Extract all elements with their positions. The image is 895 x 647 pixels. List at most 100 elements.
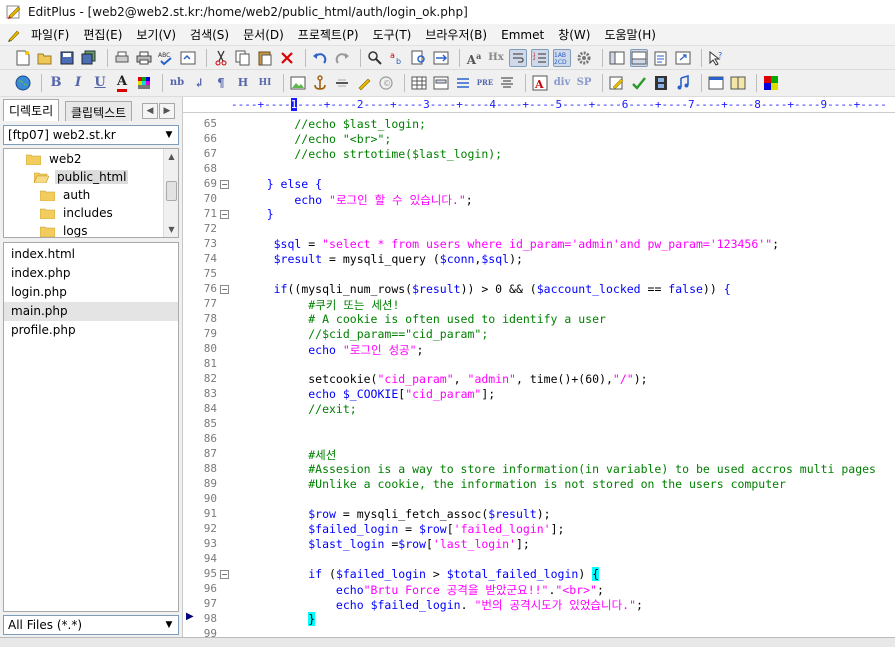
- bold-button[interactable]: B: [47, 74, 65, 92]
- menu-help[interactable]: 도움말(H): [597, 24, 663, 46]
- code-line[interactable]: $failed_login = $row['failed_login'];: [239, 522, 564, 536]
- code-line[interactable]: //echo "<br>";: [239, 132, 391, 146]
- pre-button[interactable]: PRE: [476, 74, 494, 92]
- column-mode-icon[interactable]: 1AB 2CD: [553, 48, 571, 67]
- list-icon[interactable]: [454, 74, 472, 92]
- form-icon[interactable]: [432, 74, 450, 92]
- file-item[interactable]: profile.php: [4, 321, 178, 340]
- table-icon[interactable]: [410, 74, 428, 92]
- code-line[interactable]: echo "로그인 성공";: [239, 342, 423, 358]
- tree-item[interactable]: logs: [40, 222, 90, 237]
- tree-item[interactable]: includes: [40, 204, 115, 222]
- fold-toggle-icon[interactable]: −: [220, 570, 229, 579]
- code-line[interactable]: #세션: [239, 447, 336, 463]
- check-icon[interactable]: [630, 74, 648, 92]
- code-line[interactable]: } else {: [239, 177, 322, 191]
- menu-edit[interactable]: 편집(E): [76, 24, 129, 46]
- heading-button[interactable]: H: [234, 74, 252, 92]
- code-line[interactable]: $result = mysqli_query ($conn,$sql);: [239, 252, 523, 266]
- code-line[interactable]: echo "로그인 할 수 있습니다.";: [239, 192, 472, 208]
- replace-icon[interactable]: ab: [388, 49, 406, 67]
- tree-item[interactable]: auth: [40, 186, 92, 204]
- hr-icon[interactable]: [333, 74, 351, 92]
- div-button[interactable]: div: [553, 74, 571, 92]
- code-line[interactable]: //exit;: [239, 402, 356, 416]
- tab-scroll-left-icon[interactable]: ◀: [142, 103, 158, 119]
- chevron-down-icon[interactable]: ▼: [162, 618, 176, 632]
- code-line[interactable]: echo"Brtu Force 공격을 받았군요!!"."<br>";: [239, 582, 604, 598]
- font-size-icon[interactable]: Aa: [465, 49, 483, 67]
- scroll-up-icon[interactable]: ▲: [164, 149, 178, 164]
- code-line[interactable]: $sql = "select * from users where id_par…: [239, 237, 779, 251]
- font-dialog-icon[interactable]: A: [531, 74, 549, 92]
- settings-gear-icon[interactable]: [575, 49, 593, 67]
- output-window-icon[interactable]: [630, 48, 648, 67]
- paragraph-button[interactable]: ¶: [212, 74, 230, 92]
- css-style-icon[interactable]: [608, 74, 626, 92]
- menu-browser[interactable]: 브라우저(B): [418, 24, 494, 46]
- file-item[interactable]: login.php: [4, 283, 178, 302]
- color-picker-icon[interactable]: [762, 74, 780, 92]
- file-item[interactable]: index.php: [4, 264, 178, 283]
- context-help-icon[interactable]: ?: [707, 49, 725, 67]
- music-icon[interactable]: [674, 74, 692, 92]
- copy-icon[interactable]: [234, 49, 252, 67]
- open-folder-icon[interactable]: [36, 49, 54, 67]
- menu-search[interactable]: 검색(S): [183, 24, 236, 46]
- fold-toggle-icon[interactable]: −: [220, 210, 229, 219]
- menu-project[interactable]: 프로젝트(P): [291, 24, 366, 46]
- code-line[interactable]: #쿠키 또는 세션!: [239, 297, 399, 313]
- fold-toggle-icon[interactable]: −: [220, 285, 229, 294]
- paste-icon[interactable]: [256, 49, 274, 67]
- find-icon[interactable]: [366, 49, 384, 67]
- undo-icon[interactable]: [311, 49, 329, 67]
- save-all-icon[interactable]: [80, 49, 98, 67]
- tree-scrollbar[interactable]: ▲ ▼: [163, 149, 178, 237]
- pencil-icon[interactable]: [6, 27, 22, 43]
- code-line[interactable]: echo $_COOKIE["cid_param"];: [239, 387, 495, 401]
- code-line[interactable]: $row = mysqli_fetch_assoc($result);: [239, 507, 550, 521]
- new-file-icon[interactable]: [14, 49, 32, 67]
- globe-icon[interactable]: [14, 74, 32, 92]
- code-line[interactable]: //$cid_param=="cid_param";: [239, 327, 488, 341]
- tab-scroll-right-icon[interactable]: ▶: [159, 103, 175, 119]
- insert-image-icon[interactable]: [289, 74, 307, 92]
- code-line[interactable]: # A cookie is often used to identify a u…: [239, 312, 606, 326]
- file-filter-select[interactable]: All Files (*.*) ▼: [3, 615, 179, 635]
- line-number-toggle-icon[interactable]: 12: [531, 48, 549, 67]
- code-line[interactable]: }: [239, 207, 274, 221]
- span-button[interactable]: SP: [575, 74, 593, 92]
- tab-directory[interactable]: 디렉토리: [3, 99, 60, 121]
- file-item[interactable]: main.php: [4, 302, 178, 321]
- preview-window-icon[interactable]: [707, 74, 725, 92]
- code-editor[interactable]: ----+----1----+----2----+----3----+----4…: [183, 97, 895, 640]
- scrollbar-thumb[interactable]: [166, 181, 177, 201]
- delete-icon[interactable]: [278, 49, 296, 67]
- italic-button[interactable]: I: [69, 74, 87, 92]
- tab-cliptext[interactable]: 클립텍스트: [65, 101, 133, 121]
- line-break-button[interactable]: ↲: [190, 74, 208, 92]
- goto-line-icon[interactable]: [432, 49, 450, 67]
- code-line[interactable]: //echo $last_login;: [239, 117, 426, 131]
- hx-icon[interactable]: Hx: [487, 49, 505, 67]
- view-browser-icon[interactable]: [179, 49, 197, 67]
- film-icon[interactable]: [652, 74, 670, 92]
- underline-button[interactable]: U: [91, 74, 109, 92]
- menu-window[interactable]: 창(W): [551, 24, 597, 46]
- code-line[interactable]: echo $failed_login. "번의 공격시도가 있었습니다.";: [239, 597, 643, 613]
- font-color-button[interactable]: A: [113, 74, 131, 92]
- word-wrap-toggle-icon[interactable]: [509, 48, 527, 67]
- code-line[interactable]: #Assesion is a way to store information(…: [239, 462, 876, 476]
- code-line[interactable]: $last_login =$row['last_login'];: [239, 537, 530, 551]
- align-icon[interactable]: [498, 74, 516, 92]
- ftp-account-select[interactable]: [ftp07] web2.st.kr ▼: [3, 125, 179, 145]
- code-line[interactable]: }: [239, 612, 316, 626]
- sidebar-toggle-icon[interactable]: [608, 49, 626, 67]
- fold-toggle-icon[interactable]: −: [220, 180, 229, 189]
- code-line[interactable]: if ($failed_login > $total_failed_login)…: [239, 567, 600, 581]
- spellcheck-icon[interactable]: ABC: [157, 49, 175, 67]
- code-line[interactable]: setcookie("cid_param", "admin", time()+(…: [239, 372, 647, 386]
- nbsp-button[interactable]: nb: [168, 74, 186, 92]
- cliptext-icon[interactable]: [652, 49, 670, 67]
- cut-icon[interactable]: [212, 49, 230, 67]
